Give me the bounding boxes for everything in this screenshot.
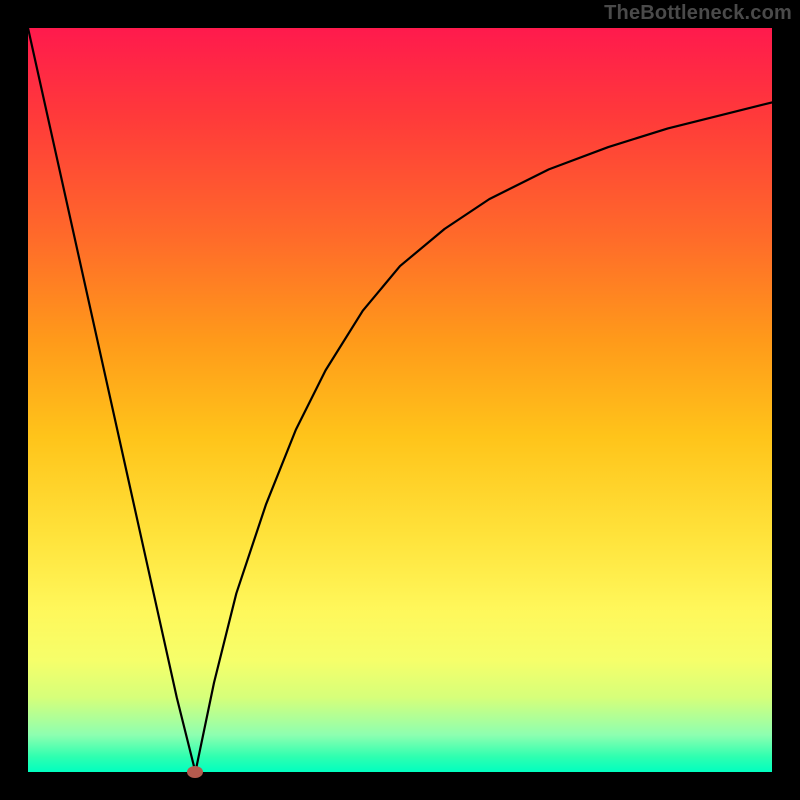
chart-curve [28,28,772,772]
curve-path [28,28,772,772]
attribution-label: TheBottleneck.com [604,2,792,25]
min-marker [187,766,203,778]
chart-frame: TheBottleneck.com [0,0,800,800]
plot-area [28,28,772,772]
